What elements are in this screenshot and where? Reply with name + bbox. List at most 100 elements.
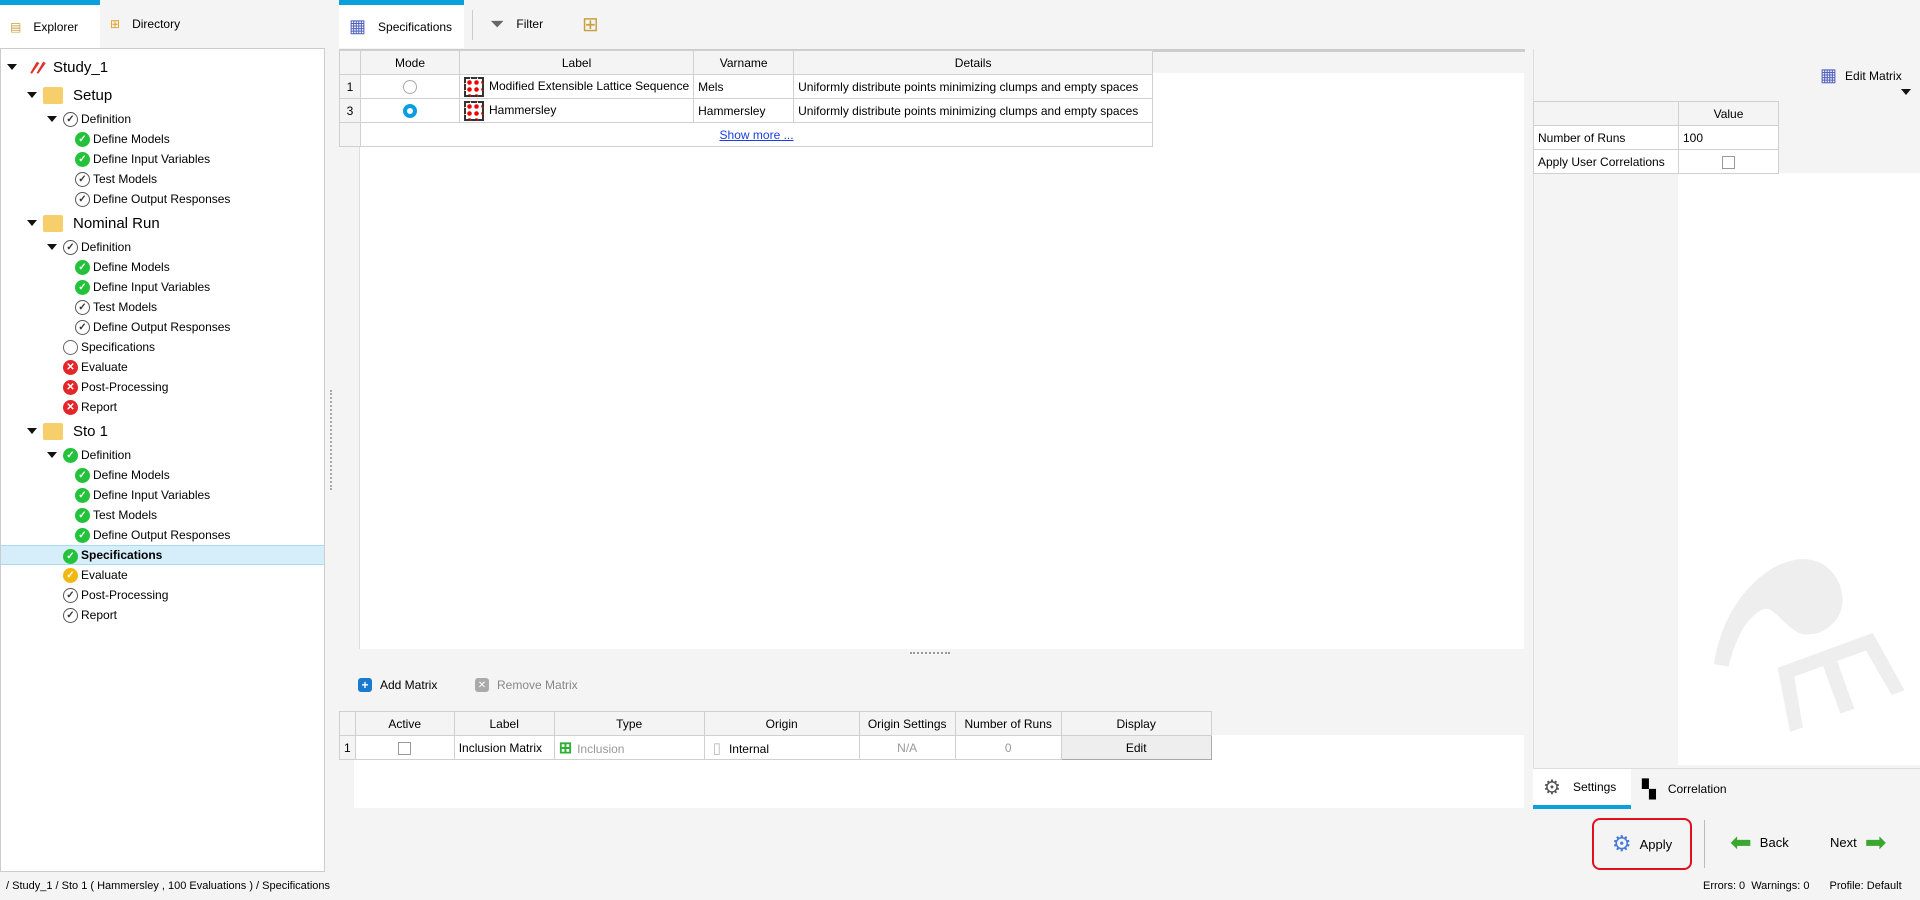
column-header[interactable]: Label bbox=[453, 711, 555, 736]
check-circle-icon: ✓ bbox=[75, 527, 90, 543]
caret-down-icon[interactable] bbox=[27, 428, 37, 434]
check-circle-icon: ✓ bbox=[75, 259, 90, 275]
table-row[interactable]: 1 Modified Extensible Lattice Sequence Mel… bbox=[339, 74, 1154, 99]
check-circle-icon: ✓ bbox=[63, 548, 78, 564]
number-of-runs-input[interactable]: 100 bbox=[1678, 125, 1779, 150]
filter-button[interactable]: ⏷ Filter bbox=[480, 0, 570, 48]
apply-button[interactable]: ⚙ Apply bbox=[1592, 818, 1692, 870]
column-header[interactable]: Label bbox=[458, 50, 695, 75]
tree-item-label: Nominal Run bbox=[73, 214, 160, 232]
caret-down-icon[interactable] bbox=[27, 220, 37, 226]
tree-item-label: Test Models bbox=[93, 508, 158, 522]
check-outline-icon: ✓ bbox=[63, 607, 78, 623]
tree-item[interactable]: ✓ Define Output Responses bbox=[1, 189, 324, 209]
tree-item[interactable]: ✓ Define Input Variables bbox=[1, 277, 324, 297]
error-circle-icon: ✕ bbox=[63, 359, 78, 375]
check-outline-icon: ✓ bbox=[75, 191, 90, 207]
tree-item[interactable]: Nominal Run bbox=[1, 209, 324, 237]
remove-matrix-button[interactable]: ✕ Remove Matrix bbox=[475, 678, 578, 692]
tree-item[interactable]: ✓ Definition bbox=[1, 445, 324, 465]
tree-item[interactable]: ✓ Definition bbox=[1, 237, 324, 257]
dropdown-arrow-icon[interactable] bbox=[1901, 89, 1911, 95]
errors-count: Errors: 0 bbox=[1703, 880, 1746, 892]
tree-item[interactable]: ✓ Test Models bbox=[1, 169, 324, 189]
study-icon: 〃 bbox=[25, 56, 48, 81]
column-header[interactable]: Number of Runs bbox=[954, 711, 1062, 736]
apply-user-correlations-checkbox[interactable] bbox=[1722, 155, 1735, 169]
check-outline-icon: ✓ bbox=[75, 319, 90, 335]
tree-item-label: Definition bbox=[81, 240, 132, 254]
tree-item[interactable]: ✓ Define Output Responses bbox=[1, 525, 324, 545]
tree-item[interactable]: Specifications bbox=[1, 337, 324, 357]
tab-correlation[interactable]: ▚ Correlation bbox=[1632, 769, 1742, 809]
check-circle-icon: ✓ bbox=[75, 131, 90, 147]
methods-area bbox=[360, 73, 1524, 649]
column-header[interactable]: Origin bbox=[703, 711, 860, 736]
column-header[interactable]: Mode bbox=[360, 50, 460, 75]
show-more-link[interactable]: Show more ... bbox=[720, 128, 794, 142]
tree-item-label: Define Output Responses bbox=[93, 192, 231, 206]
active-checkbox[interactable] bbox=[398, 741, 412, 755]
tree-item-label: Evaluate bbox=[81, 360, 128, 374]
tree-item[interactable]: ✕ Post-Processing bbox=[1, 377, 324, 397]
table-icon: ▦ bbox=[349, 16, 367, 36]
tree-item-label: Test Models bbox=[93, 172, 158, 186]
tree-item-label: Define Input Variables bbox=[93, 280, 211, 294]
breadcrumb: / Study_1 / Sto 1 ( Hammersley , 100 Eva… bbox=[6, 880, 331, 892]
next-button[interactable]: Next ➡ bbox=[1830, 827, 1887, 857]
caret-down-icon[interactable] bbox=[27, 92, 37, 98]
tree-item[interactable]: ✓ Define Models bbox=[1, 129, 324, 149]
arrow-right-icon: ➡ bbox=[1864, 827, 1887, 857]
column-header[interactable]: Details bbox=[793, 50, 1154, 75]
tree-item[interactable]: ✓ Test Models bbox=[1, 297, 324, 317]
document-icon: ▯ bbox=[712, 739, 721, 757]
table-row[interactable]: 3 Hammersley Hammersley Uniformly distribut… bbox=[339, 98, 1154, 123]
tree-item[interactable]: ✓ Define Input Variables bbox=[1, 149, 324, 169]
caret-down-icon[interactable] bbox=[47, 116, 57, 122]
tab-settings[interactable]: ⚙ Settings bbox=[1533, 769, 1631, 809]
caret-down-icon[interactable] bbox=[7, 64, 17, 70]
column-header[interactable]: Display bbox=[1060, 711, 1212, 736]
tree-item[interactable]: ✓ Post-Processing bbox=[1, 585, 324, 605]
tree-item[interactable]: ✓ Define Output Responses bbox=[1, 317, 324, 337]
left-splitter[interactable] bbox=[330, 390, 332, 490]
tree-item[interactable]: ✓ Report bbox=[1, 605, 324, 625]
column-header[interactable]: Origin Settings bbox=[858, 711, 956, 736]
column-header[interactable]: Type bbox=[553, 711, 705, 736]
tree-item[interactable]: ✓ Define Models bbox=[1, 257, 324, 277]
mode-radio[interactable] bbox=[403, 79, 417, 94]
edit-matrix-button[interactable]: ▦ Edit Matrix bbox=[1820, 65, 1902, 86]
tab-explorer[interactable]: ▤ Explorer bbox=[0, 0, 100, 48]
remove-icon: ✕ bbox=[475, 678, 489, 692]
funnel-icon: ⏷ bbox=[490, 13, 505, 34]
column-header[interactable]: Varname bbox=[693, 50, 795, 75]
tree-item[interactable]: ✓ Evaluate bbox=[1, 565, 324, 585]
column-header[interactable]: Active bbox=[354, 711, 455, 736]
tab-directory[interactable]: ⊞ Directory bbox=[100, 0, 220, 48]
tree-item[interactable]: ✓ Define Input Variables bbox=[1, 485, 324, 505]
layout-button[interactable]: ⊞ bbox=[574, 0, 614, 48]
tree-item[interactable]: ✓ Definition bbox=[1, 109, 324, 129]
check-circle-icon: ✓ bbox=[75, 151, 90, 167]
caret-down-icon[interactable] bbox=[47, 244, 57, 250]
folder-icon bbox=[43, 86, 63, 104]
tree-item[interactable]: ✓ Test Models bbox=[1, 505, 324, 525]
edit-button[interactable]: Edit bbox=[1060, 735, 1212, 760]
caret-down-icon[interactable] bbox=[47, 452, 57, 458]
check-outline-icon: ✓ bbox=[75, 299, 90, 315]
tab-specifications[interactable]: ▦ Specifications bbox=[339, 0, 464, 48]
tree-item-label: Post-Processing bbox=[81, 588, 169, 602]
add-matrix-button[interactable]: + Add Matrix bbox=[358, 678, 437, 692]
table-row[interactable]: 1 Inclusion Matrix ⊞ Inclusion ▯ Internal N/A 0… bbox=[339, 735, 1212, 760]
tree-item[interactable]: Setup bbox=[1, 81, 324, 109]
tree-item[interactable]: ✓ Specifications bbox=[1, 545, 324, 565]
tree-item[interactable]: Sto 1 bbox=[1, 417, 324, 445]
tree-item[interactable]: ✓ Define Models bbox=[1, 465, 324, 485]
back-button[interactable]: ⬅ Back bbox=[1730, 829, 1789, 855]
horizontal-splitter[interactable] bbox=[910, 652, 950, 654]
tree-item[interactable]: 〃 Study_1 bbox=[1, 53, 324, 81]
explorer-tree: 〃 Study_1 Setup ✓ Definition ✓ Define Models ✓ D… bbox=[0, 48, 325, 872]
tree-item[interactable]: ✕ Evaluate bbox=[1, 357, 324, 377]
mode-radio[interactable] bbox=[403, 103, 417, 118]
tree-item[interactable]: ✕ Report bbox=[1, 397, 324, 417]
